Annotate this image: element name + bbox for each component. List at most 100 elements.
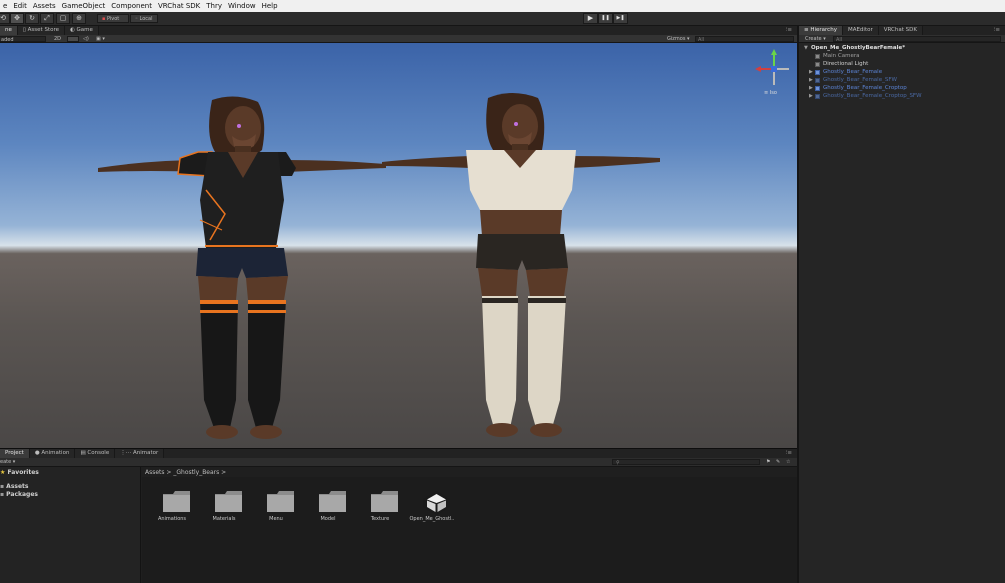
menu-vrchat-sdk[interactable]: VRChat SDK (155, 0, 203, 12)
item-label: Directional Light (823, 61, 869, 67)
tab-animation[interactable]: ● Animation (29, 449, 76, 458)
prefab-icon (815, 77, 820, 83)
folder-icon: ▪ (0, 483, 5, 490)
project-panel: Project ● Animation ▤ Console ⋮⋯ Animato… (0, 448, 797, 583)
hierarchy-menu-icon[interactable]: ⁝≡ (988, 26, 1005, 35)
hierarchy-scene-row[interactable]: ▼ Open_Me_GhostlyBearFemale* (799, 44, 1005, 52)
tree-item-label: Packages (6, 491, 38, 498)
favorite-search-icon[interactable]: ☆ (786, 458, 790, 466)
tree-item-packages[interactable]: ▪ Packages (0, 491, 38, 499)
local-icon: ◦ (135, 16, 138, 22)
scale-tool-button[interactable]: ⤢ (40, 13, 54, 24)
gameobject-icon (815, 61, 820, 67)
audio-toggle-icon[interactable]: ◁) (83, 35, 89, 43)
project-folder-tree: ★ Favorites ▪ Assets ▪ Packages (0, 467, 141, 583)
star-icon: ★ (0, 469, 6, 476)
menu-help[interactable]: Help (259, 0, 281, 12)
hierarchy-row-directional-light[interactable]: Directional Light (799, 60, 1005, 68)
hierarchy-row-main-camera[interactable]: Main Camera (799, 52, 1005, 60)
project-menu-icon[interactable]: ⁝≡ (780, 449, 797, 458)
menu-assets[interactable]: Assets (30, 0, 59, 12)
pivot-toggle[interactable]: ▪ Pivot (97, 14, 129, 23)
folder-icon (267, 491, 294, 512)
tab-project[interactable]: Project (0, 449, 30, 458)
create-dropdown[interactable]: Create ▾ (805, 35, 826, 43)
pivot-icon: ▪ (102, 16, 106, 22)
folder-icon: ▪ (0, 491, 5, 498)
move-tool-button[interactable]: ✥ (10, 13, 24, 24)
scene-viewport[interactable] (0, 43, 797, 448)
menu-gameobject[interactable]: GameObject (59, 0, 109, 12)
menu-edit[interactable]: Edit (10, 0, 30, 12)
menu-file[interactable]: e (0, 0, 10, 12)
scene-search-input[interactable]: All (695, 36, 794, 43)
asset-label: Model (320, 516, 336, 522)
local-toggle[interactable]: ◦ Local (130, 14, 158, 23)
step-button[interactable]: ▶❚ (613, 13, 628, 24)
asset-label: Animations (157, 516, 187, 522)
item-label: Ghostly_Bear_Female_Croptop_SFW (823, 93, 922, 99)
avatar-ghostly-bear-female (98, 96, 386, 439)
shading-mode-dropdown[interactable]: aded (0, 36, 46, 43)
hierarchy-toolbar: Create ▾ All (799, 35, 1005, 43)
gizmos-dropdown[interactable]: Gizmos ▾ (667, 35, 690, 43)
tab-animator[interactable]: ⋮⋯ Animator (115, 449, 165, 458)
2d-toggle[interactable]: 2D (54, 35, 61, 43)
tree-item-assets[interactable]: ▪ Assets (0, 483, 28, 491)
pause-button[interactable]: ❚❚ (598, 13, 613, 24)
expand-arrow-icon[interactable]: ▶ (809, 92, 813, 100)
avatar-ghostly-bear-female-croptop (382, 93, 660, 437)
lighting-toggle[interactable] (67, 36, 79, 42)
effects-toggle-icon[interactable]: ▣ ▾ (96, 35, 105, 43)
favorites-row[interactable]: ★ Favorites (0, 469, 39, 477)
tab-scene[interactable]: ne (0, 26, 18, 35)
rect-tool-button[interactable]: ▢ (56, 13, 70, 24)
search-icon: ⚲ (616, 460, 620, 466)
hierarchy-row-ghostly-bear-female-sfw[interactable]: ▶ Ghostly_Bear_Female_SFW (799, 76, 1005, 84)
project-create-dropdown[interactable]: eate ▾ (0, 458, 15, 466)
transform-tool-button[interactable]: ⊕ (72, 13, 86, 24)
expand-arrow-icon[interactable]: ▼ (804, 44, 808, 52)
hierarchy-search-input[interactable]: All (833, 36, 1001, 43)
hierarchy-row-ghostly-bear-female-croptop-sfw[interactable]: ▶ Ghostly_Bear_Female_Croptop_SFW (799, 92, 1005, 100)
tab-animation-label: Animation (41, 450, 70, 456)
folder-icon (319, 491, 346, 512)
pivot-label: Pivot (106, 16, 120, 22)
tabbar-spacer (99, 26, 781, 35)
item-label: Main Camera (823, 53, 860, 59)
animator-icon: ⋮⋯ (120, 450, 133, 456)
project-assets-grid: Animations Materials Menu Model Texture … (142, 477, 797, 583)
hierarchy-row-ghostly-bear-female-croptop[interactable]: ▶ Ghostly_Bear_Female_Croptop (799, 84, 1005, 92)
orientation-gizmo[interactable] (755, 49, 793, 89)
iso-label[interactable]: ≡ Iso (764, 90, 777, 96)
item-label: Ghostly_Bear_Female_Croptop (823, 85, 907, 91)
play-button[interactable]: ▶ (583, 13, 598, 24)
tab-game[interactable]: ◐ Game (64, 26, 99, 35)
project-search-input[interactable]: ⚲ (612, 459, 760, 466)
project-toolbar: eate ▾ ⚲ ⚑ ✎ ☆ (0, 458, 797, 467)
expand-arrow-icon[interactable]: ▶ (809, 84, 813, 92)
scene-view-toolbar: aded 2D ◁) ▣ ▾ Gizmos ▾ All (0, 35, 797, 43)
project-breadcrumb[interactable]: Assets > _Ghostly_Bears > (145, 469, 226, 476)
hierarchy-row-ghostly-bear-female[interactable]: ▶ Ghostly_Bear_Female (799, 68, 1005, 76)
scene-menu-icon[interactable]: ⁝≡ (780, 26, 797, 35)
favorites-label: Favorites (7, 469, 39, 476)
tab-animator-label: Animator (132, 450, 159, 456)
tab-console[interactable]: ▤ Console (75, 449, 116, 458)
scene-name: Open_Me_GhostlyBearFemale* (811, 45, 906, 51)
view-tool-button[interactable]: ⟲ (0, 13, 10, 24)
asset-label: Materials (212, 516, 236, 522)
tab-vrchat-sdk[interactable]: VRChat SDK (878, 26, 923, 35)
tab-vrchat-sdk-label: VRChat SDK (883, 27, 917, 33)
menu-component[interactable]: Component (108, 0, 155, 12)
expand-arrow-icon[interactable]: ▶ (809, 68, 813, 76)
filter-type-icon[interactable]: ⚑ (766, 458, 770, 466)
expand-arrow-icon[interactable]: ▶ (809, 76, 813, 84)
filter-label-icon[interactable]: ✎ (776, 458, 780, 466)
menu-window[interactable]: Window (225, 0, 259, 12)
tab-maeditor[interactable]: MAEditor (842, 26, 879, 35)
menu-thry[interactable]: Thry (203, 0, 225, 12)
tab-hierarchy[interactable]: ≡ Hierarchy (799, 26, 843, 35)
tab-asset-store[interactable]: ▯ Asset Store (17, 26, 65, 35)
rotate-tool-button[interactable]: ↻ (25, 13, 39, 24)
